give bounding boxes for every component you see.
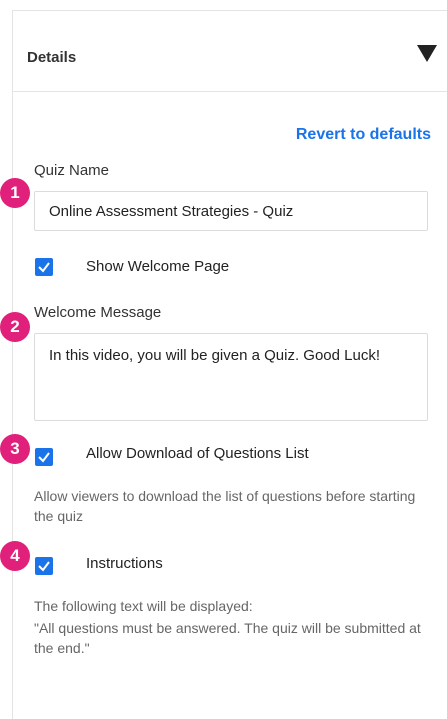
instructions-help-line-2: "All questions must be answered. The qui… [34,620,421,656]
allow-download-questions-label: Allow Download of Questions List [86,445,309,462]
instructions-checkbox[interactable] [35,557,53,575]
welcome-message-textarea[interactable]: In this video, you will be given a Quiz.… [34,333,428,421]
quiz-name-input[interactable]: Online Assessment Strategies - Quiz [34,191,428,231]
callout-marker-3: 3 [0,434,30,464]
callout-marker-1: 1 [0,178,30,208]
callout-marker-4: 4 [0,541,30,571]
welcome-message-label: Welcome Message [34,304,162,321]
triangle-down-icon[interactable] [415,41,439,65]
allow-download-questions-help: Allow viewers to download the list of qu… [34,488,416,524]
show-welcome-page-label: Show Welcome Page [86,258,230,275]
details-title: Details [27,49,77,66]
instructions-help-line-1: The following text will be displayed: [34,598,253,614]
quiz-name-label: Quiz Name [34,162,110,179]
checkmark-icon [38,561,50,572]
show-welcome-page-checkbox[interactable] [35,258,53,276]
revert-to-defaults-link[interactable]: Revert to defaults [296,126,431,144]
instructions-label: Instructions [86,555,163,572]
allow-download-questions-checkbox[interactable] [35,448,53,466]
details-header[interactable]: Details [13,11,447,92]
checkmark-icon [38,452,50,463]
checkmark-icon [38,262,50,273]
callout-marker-2: 2 [0,312,30,342]
